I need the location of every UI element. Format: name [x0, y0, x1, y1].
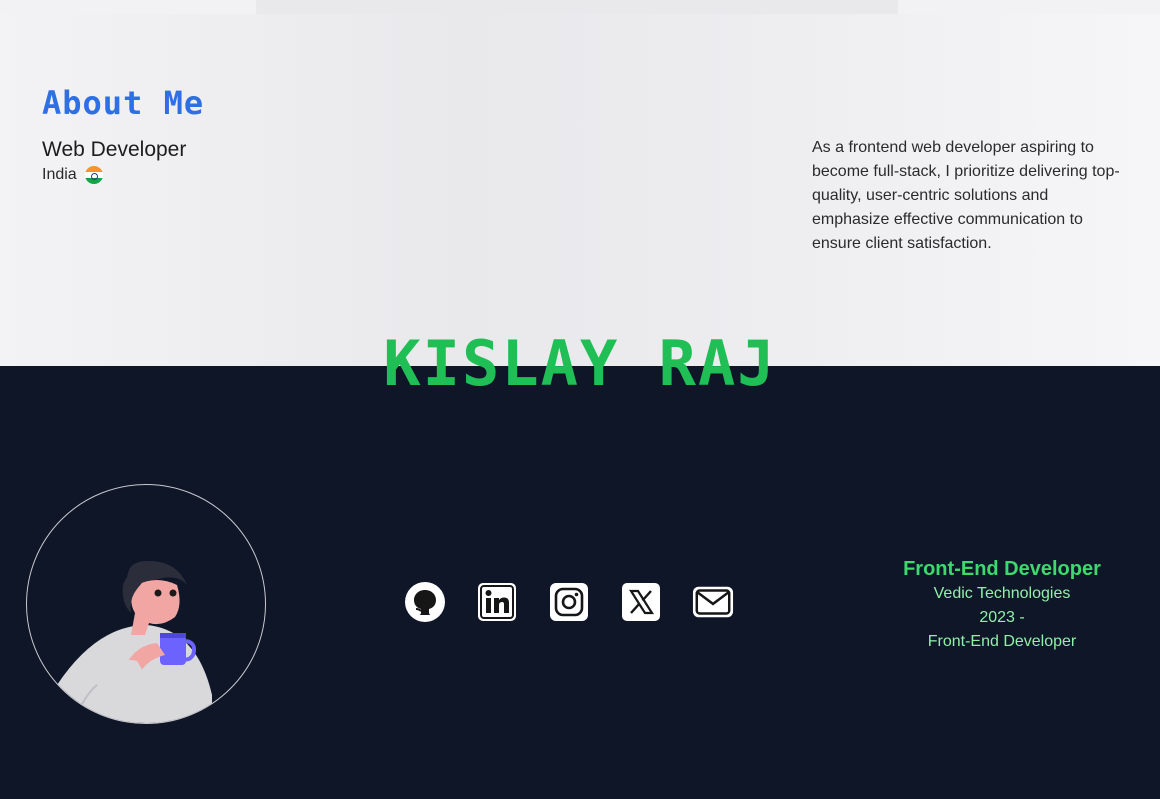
social-links: [404, 582, 734, 622]
linkedin-icon[interactable]: [476, 582, 518, 622]
x-twitter-icon[interactable]: [620, 582, 662, 622]
about-description: As a frontend web developer aspiring to …: [812, 139, 1120, 252]
avatar: [26, 484, 266, 724]
top-strip-center: [256, 0, 898, 14]
avatar-illustration: [55, 560, 212, 723]
job-position: Front-End Developer: [927, 633, 1077, 650]
github-icon[interactable]: [404, 582, 446, 622]
experience-block: Front-End Developer Vedic Technologies 2…: [872, 556, 1132, 654]
about-heading: About Me: [42, 84, 205, 122]
instagram-icon[interactable]: [548, 582, 590, 622]
top-strip: [0, 0, 1160, 14]
about-country: India: [42, 166, 103, 184]
job-company: Vedic Technologies: [933, 585, 1071, 602]
hero-name: KISLAY RAJ: [383, 327, 777, 400]
job-title: Front-End Developer: [903, 558, 1101, 580]
about-role: Web Developer: [42, 138, 187, 161]
india-flag-icon: [84, 166, 103, 184]
country-label: India: [42, 166, 77, 183]
mail-icon[interactable]: [692, 582, 734, 622]
job-period: 2023 -: [979, 609, 1025, 626]
